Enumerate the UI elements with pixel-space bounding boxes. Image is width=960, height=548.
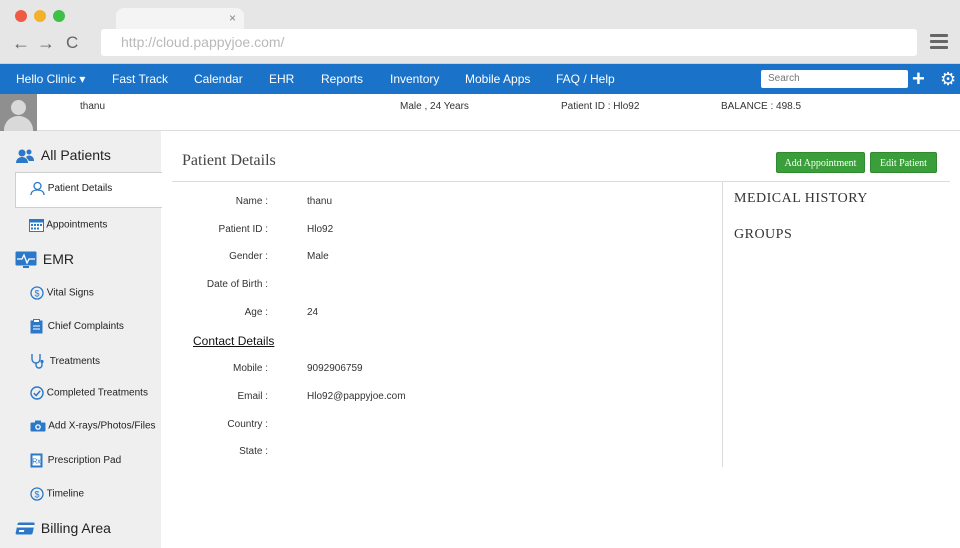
nav-mobile-apps[interactable]: Mobile Apps: [465, 64, 530, 94]
patient-id-label: Patient ID :: [218, 224, 268, 235]
minimize-window-dot[interactable]: [34, 10, 46, 22]
medical-history-heading: MEDICAL HISTORY: [734, 191, 868, 206]
nav-calendar[interactable]: Calendar: [194, 64, 243, 94]
gender-value: Male: [307, 251, 329, 262]
browser-menu-icon[interactable]: [930, 34, 948, 49]
patient-gender-age: Male , 24 Years: [400, 101, 469, 112]
groups-heading: GROUPS: [734, 227, 793, 242]
age-value: 24: [307, 307, 319, 318]
clinic-dropdown[interactable]: Hello Clinic ▾: [16, 64, 85, 94]
reload-icon[interactable]: C: [66, 34, 78, 52]
back-arrow-icon[interactable]: ←: [12, 34, 30, 52]
name-value: thanu: [307, 196, 333, 207]
name-label: Name :: [235, 196, 268, 207]
add-appointment-button[interactable]: Add Appointment: [776, 152, 865, 173]
avatar: [0, 94, 37, 131]
clipboard-icon: [30, 319, 43, 334]
sidebar-label: Chief Complaints: [47, 321, 124, 333]
edit-patient-button[interactable]: Edit Patient: [870, 152, 937, 173]
patient-name: thanu: [80, 101, 106, 112]
page-title: Patient Details: [182, 152, 276, 169]
column-divider: [722, 182, 723, 467]
mobile-label: Mobile :: [232, 363, 268, 374]
sidebar: All Patients Patient Details Appointment…: [0, 131, 162, 548]
browser-chrome: × ← → C http://cloud.pappyjoe.com/: [0, 0, 960, 64]
sidebar-item-timeline[interactable]: $ Timeline: [30, 487, 84, 501]
dob-label: Date of Birth :: [206, 279, 268, 290]
sidebar-item-billing-area[interactable]: Billing Area: [14, 520, 111, 537]
users-icon: [16, 149, 34, 164]
sidebar-label: All Patients: [40, 147, 111, 163]
maximize-window-dot[interactable]: [53, 10, 65, 22]
timeline-icon: $: [30, 487, 44, 501]
email-label: Email :: [237, 391, 268, 402]
add-icon[interactable]: +: [912, 66, 925, 92]
patient-balance: BALANCE : 498.5: [721, 101, 802, 112]
patient-id: Patient ID : Hlo92: [561, 101, 640, 112]
credit-card-icon: [15, 522, 35, 535]
country-label: Country :: [227, 419, 268, 430]
close-window-dot[interactable]: [15, 10, 27, 22]
contact-details-heading: Contact Details: [193, 334, 275, 348]
mobile-value: 9092906759: [307, 363, 363, 374]
sidebar-item-chief-complaints[interactable]: Chief Complaints: [30, 319, 124, 334]
nav-faq-help[interactable]: FAQ / Help: [556, 64, 615, 94]
sidebar-item-all-patients[interactable]: All Patients: [16, 147, 111, 164]
nav-inventory[interactable]: Inventory: [390, 64, 439, 94]
email-value: Hlo92@pappyjoe.com: [307, 391, 406, 402]
nav-reports[interactable]: Reports: [321, 64, 363, 94]
state-label: State :: [239, 446, 268, 457]
gear-icon[interactable]: ⚙: [940, 68, 956, 90]
browser-tab[interactable]: ×: [116, 8, 244, 30]
nav-fast-track[interactable]: Fast Track: [112, 64, 168, 94]
nav-ehr[interactable]: EHR: [269, 64, 294, 94]
divider: [172, 181, 950, 182]
gender-label: Gender :: [229, 251, 268, 262]
sidebar-label: Billing Area: [40, 520, 111, 536]
tab-close-icon[interactable]: ×: [229, 11, 236, 25]
svg-text:$: $: [34, 490, 39, 500]
search-input[interactable]: [761, 70, 908, 88]
address-bar[interactable]: http://cloud.pappyjoe.com/: [101, 29, 917, 56]
age-label: Age :: [244, 307, 268, 318]
sidebar-label: Timeline: [46, 488, 85, 500]
patient-id-value: Hlo92: [307, 224, 334, 235]
svg-text:$: $: [34, 289, 39, 299]
patient-info-bar: thanu Male , 24 Years Patient ID : Hlo92…: [0, 94, 960, 131]
sidebar-item-patient-details[interactable]: Patient Details: [30, 181, 112, 196]
forward-arrow-icon[interactable]: →: [37, 34, 55, 52]
sidebar-label: Patient Details: [47, 183, 113, 195]
user-icon: [30, 181, 45, 196]
svg-text:Rx: Rx: [32, 459, 41, 466]
